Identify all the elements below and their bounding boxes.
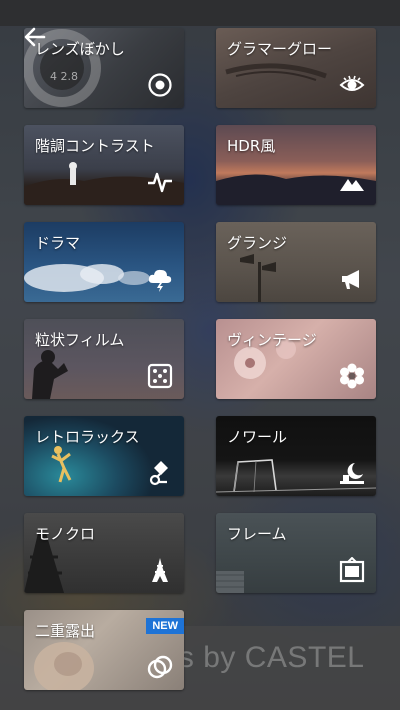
filter-tile-glamour-glow[interactable]: グラマーグロー — [216, 28, 376, 108]
tile-label: モノクロ — [35, 525, 96, 543]
back-button[interactable] — [18, 20, 52, 54]
tile-label: ノワール — [227, 428, 288, 446]
filter-tile-grunge[interactable]: グランジ — [216, 222, 376, 302]
eiffel-tower-icon — [152, 558, 168, 582]
tile-label: グランジ — [227, 234, 288, 252]
tile-label: ヴィンテージ — [227, 331, 317, 349]
frame-icon — [339, 557, 365, 583]
storm-cloud-icon — [148, 269, 172, 292]
tile-label: 粒状フィルム — [35, 331, 125, 349]
filter-tile-frame[interactable]: フレーム — [216, 513, 376, 593]
moon-horizon-icon — [340, 463, 364, 484]
flower-icon — [340, 363, 364, 389]
filter-tile-tonal-contrast[interactable]: 階調コントラスト — [24, 125, 184, 205]
filter-tile-noir[interactable]: ノワール — [216, 416, 376, 496]
tile-label: 二重露出 — [35, 622, 96, 640]
retrolux-icon — [149, 461, 168, 486]
eye-icon — [339, 75, 365, 91]
lens-blur-icon — [148, 73, 172, 97]
tile-label: グラマーグロー — [227, 40, 333, 58]
tile-label: フレーム — [227, 525, 287, 543]
tile-label: HDR風 — [227, 137, 276, 155]
pulse-icon — [148, 172, 172, 193]
megaphone-icon — [342, 270, 359, 289]
mountain-icon — [340, 179, 364, 191]
filter-tile-drama[interactable]: ドラマ — [24, 222, 184, 302]
filter-tile-retrolux[interactable]: レトロラックス — [24, 416, 184, 496]
double-exposure-icon — [147, 655, 173, 679]
tile-label: レトロラックス — [35, 428, 140, 446]
back-arrow-icon — [24, 27, 46, 47]
filter-tile-double-exposure[interactable]: 二重露出 NEW — [24, 610, 184, 690]
filter-tile-vintage[interactable]: ヴィンテージ — [216, 319, 376, 399]
tile-label: 階調コントラスト — [35, 137, 155, 155]
svg-text:4 2.8: 4 2.8 — [50, 70, 78, 83]
status-bar — [0, 0, 400, 26]
tile-label: ドラマ — [35, 234, 81, 252]
dice-icon — [147, 363, 173, 389]
filter-tile-hdr[interactable]: HDR風 — [216, 125, 376, 205]
new-badge: NEW — [146, 618, 184, 634]
filter-tile-monochrome[interactable]: モノクロ — [24, 513, 184, 593]
filter-tile-film-grain[interactable]: 粒状フィルム — [24, 319, 184, 399]
